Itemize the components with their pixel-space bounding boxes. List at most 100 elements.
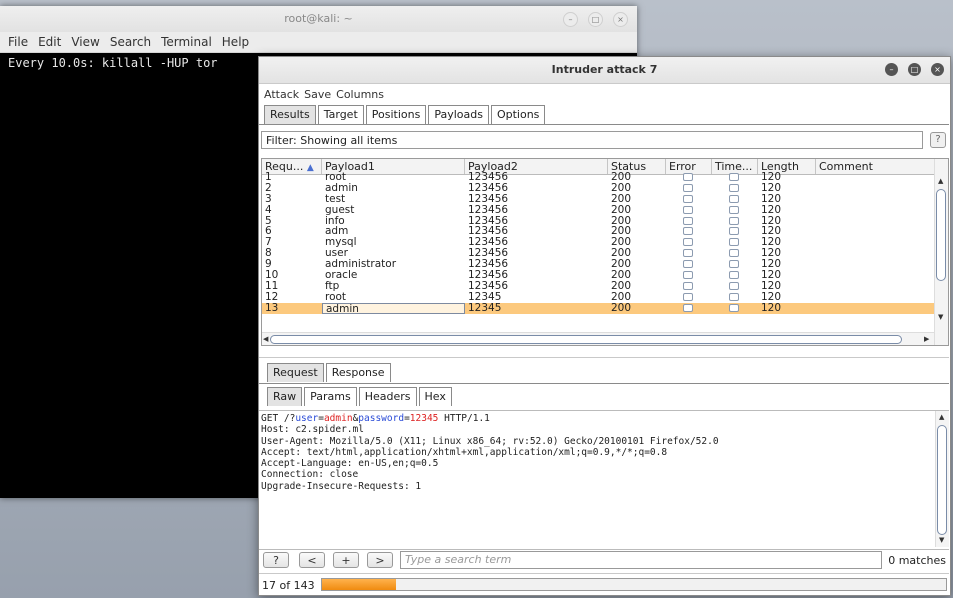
search-next-button[interactable]: > (367, 552, 393, 568)
main-tabs: Results Target Positions Payloads Option… (264, 105, 547, 124)
cell-request: 7 (265, 237, 272, 249)
menu-view[interactable]: View (71, 35, 99, 49)
search-add-button[interactable]: + (333, 552, 359, 568)
cell-request: 11 (265, 280, 279, 292)
intruder-attack-window[interactable]: Intruder attack 7 – □ × Attack Save Colu… (258, 56, 951, 596)
tab-hex[interactable]: Hex (418, 387, 452, 406)
request-header-line: Connection: close (261, 469, 359, 481)
error-checkbox (683, 303, 693, 312)
scroll-up-icon[interactable]: ▲ (939, 413, 944, 421)
cell-payload1: administrator (325, 259, 397, 271)
cell-status: 200 (611, 248, 632, 260)
menu-file[interactable]: File (8, 35, 28, 49)
cell-length: 120 (761, 302, 782, 314)
tab-target[interactable]: Target (317, 105, 364, 124)
table-row[interactable]: 4 guest 123456 200 120 (262, 205, 934, 216)
timeout-checkbox (729, 194, 739, 203)
timeout-checkbox (729, 249, 739, 258)
timeout-checkbox (729, 216, 739, 225)
scroll-up-icon[interactable]: ▲ (938, 177, 943, 185)
tab-request[interactable]: Request (267, 363, 324, 382)
minimize-icon[interactable]: – (563, 12, 578, 27)
timeout-checkbox (729, 173, 739, 181)
error-checkbox (683, 292, 693, 301)
table-row[interactable]: 13 admin 12345 200 120 (262, 302, 934, 314)
minimize-icon[interactable]: – (885, 63, 898, 76)
search-input[interactable]: Type a search term (400, 551, 882, 569)
cell-status: 200 (611, 270, 632, 281)
cell-payload2: 123456 (468, 204, 509, 216)
table-row[interactable]: 9 administrator 123456 200 120 (262, 259, 934, 270)
close-icon[interactable]: × (931, 63, 944, 76)
menu-edit[interactable]: Edit (38, 35, 61, 49)
table-row[interactable]: 3 test 123456 200 120 (262, 194, 934, 205)
scroll-right-icon[interactable]: ▶ (924, 335, 929, 343)
cell-request: 10 (265, 270, 279, 281)
request-header-line: Upgrade-Insecure-Requests: 1 (261, 480, 422, 492)
cell-status: 200 (611, 302, 632, 314)
cell-payload2: 123456 (468, 280, 509, 292)
editor-scroll-thumb[interactable] (937, 425, 947, 535)
table-row[interactable]: 6 adm 123456 200 120 (262, 226, 934, 237)
table-body: 1 root 123456 200 120 2 admin 123456 200 120 3 test… (262, 172, 934, 314)
table-row[interactable]: 8 user 123456 200 120 (262, 248, 934, 259)
progress-fill (322, 579, 397, 590)
table-vertical-scrollbar[interactable]: ▲ ▼ (934, 159, 948, 345)
scroll-left-icon[interactable]: ◀ (263, 335, 268, 343)
table-row[interactable]: 1 root 123456 200 120 (262, 172, 934, 183)
editor-vertical-scrollbar[interactable]: ▲ ▼ (935, 411, 949, 547)
tab-options[interactable]: Options (490, 105, 546, 124)
tab-response[interactable]: Response (325, 363, 391, 382)
table-row[interactable]: 5 info 123456 200 120 (262, 216, 934, 227)
burp-titlebar[interactable]: Intruder attack 7 – □ × (259, 57, 950, 84)
tab-raw[interactable]: Raw (267, 387, 303, 406)
menu-attack[interactable]: Attack (264, 88, 299, 101)
cell-payload1: root (325, 172, 347, 183)
tab-params[interactable]: Params (304, 387, 357, 406)
menu-help[interactable]: Help (222, 35, 249, 49)
terminal-titlebar[interactable]: root@kali: ~ – □ × (0, 6, 637, 32)
split-divider[interactable] (259, 357, 949, 358)
cell-request: 13 (265, 302, 279, 314)
search-help-button[interactable]: ? (263, 552, 289, 568)
table-row[interactable]: 10 oracle 123456 200 120 (262, 270, 934, 281)
error-checkbox (683, 194, 693, 203)
terminal-title: root@kali: ~ (284, 12, 353, 25)
request-editor[interactable]: GET /?user=admin&password=12345 HTTP/1.1… (259, 410, 949, 550)
cell-length: 120 (761, 291, 782, 303)
scroll-down-icon[interactable]: ▼ (938, 313, 943, 321)
menu-save[interactable]: Save (304, 88, 331, 101)
scroll-down-icon[interactable]: ▼ (939, 536, 944, 544)
table-row[interactable]: 7 mysql 123456 200 120 (262, 237, 934, 248)
status-divider (259, 573, 949, 574)
filter-bar[interactable]: Filter: Showing all items (261, 131, 923, 149)
cell-status: 200 (611, 291, 632, 303)
table-row[interactable]: 2 admin 123456 200 120 (262, 183, 934, 194)
tab-positions[interactable]: Positions (365, 105, 427, 124)
menu-columns[interactable]: Columns (336, 88, 384, 101)
tab-payloads[interactable]: Payloads (428, 105, 489, 124)
tab-headers[interactable]: Headers (358, 387, 417, 406)
table-row[interactable]: 12 root 12345 200 120 (262, 292, 934, 303)
close-icon[interactable]: × (613, 12, 628, 27)
results-table[interactable]: Requ... ▲ Payload1 Payload2 Status Error… (261, 158, 949, 346)
menu-search[interactable]: Search (110, 35, 151, 49)
help-button[interactable]: ? (930, 132, 946, 148)
vertical-scroll-thumb[interactable] (936, 189, 946, 281)
horizontal-scroll-thumb[interactable] (270, 335, 902, 344)
search-prev-button[interactable]: < (299, 552, 325, 568)
cell-payload1: guest (325, 204, 355, 216)
cell-payload1: admin (325, 182, 358, 194)
maximize-icon[interactable]: □ (908, 63, 921, 76)
menu-terminal[interactable]: Terminal (161, 35, 212, 49)
table-horizontal-scrollbar[interactable]: ◀ ▶ (262, 332, 934, 345)
maximize-icon[interactable]: □ (588, 12, 603, 27)
timeout-checkbox (729, 183, 739, 192)
burp-menubar: Attack Save Columns (259, 84, 950, 104)
tab-results[interactable]: Results (264, 105, 316, 124)
request-header-line: Accept: text/html,application/xhtml+xml,… (261, 446, 668, 458)
error-checkbox (683, 173, 693, 181)
request-line: GET /?user=admin&password=12345 HTTP/1.1 (261, 413, 490, 424)
table-row[interactable]: 11 ftp 123456 200 120 (262, 281, 934, 292)
cell-request: 1 (265, 172, 272, 183)
